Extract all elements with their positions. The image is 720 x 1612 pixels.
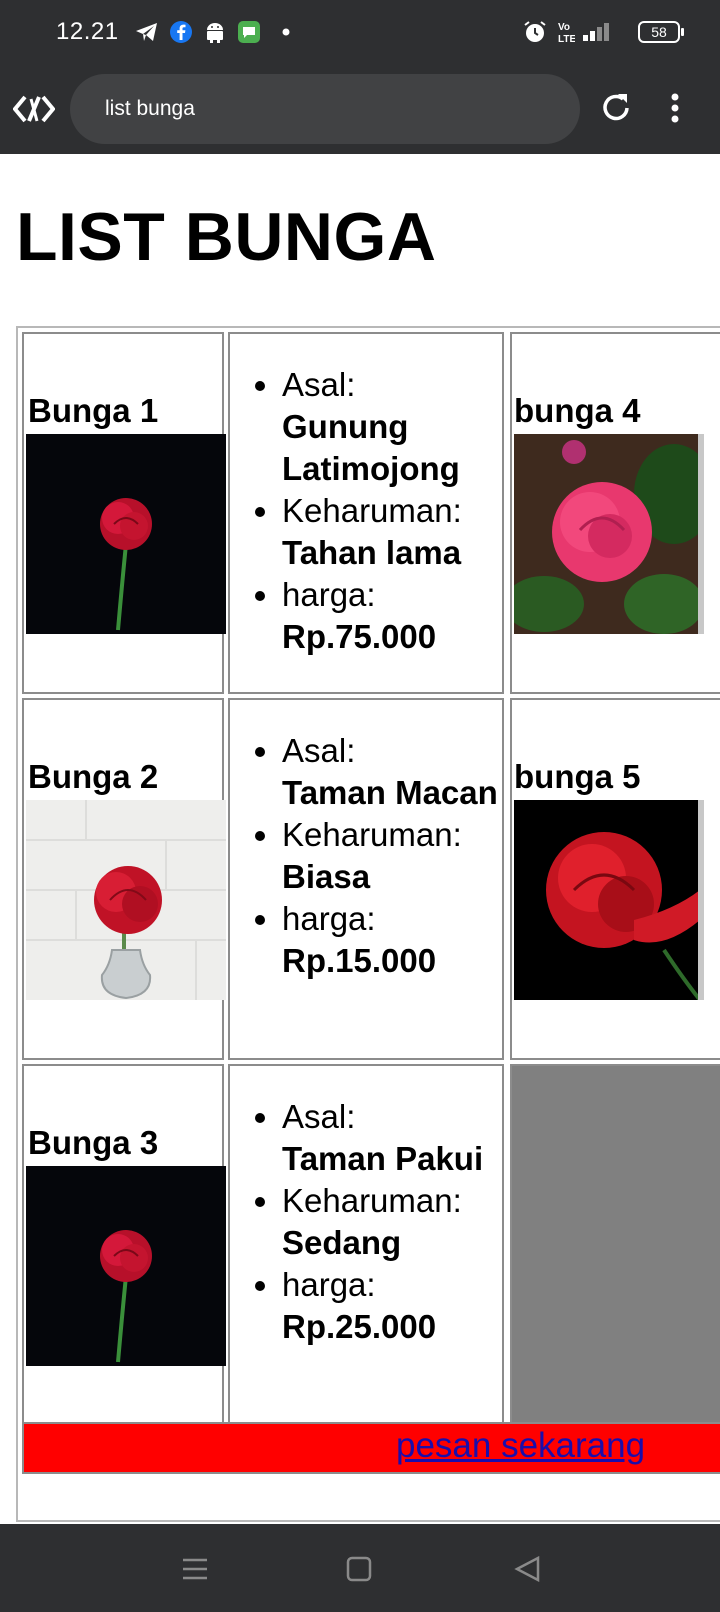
list-item: Asal:Taman Pakui xyxy=(282,1096,483,1180)
list-item: harga:Rp.75.000 xyxy=(282,574,502,658)
list-item: Keharuman:Tahan lama xyxy=(282,490,502,574)
back-icon[interactable] xyxy=(512,1554,542,1584)
order-row: pesan sekarang xyxy=(22,1422,720,1474)
list-item: Asal:Gunung Latimojong xyxy=(282,364,502,490)
dot-icon xyxy=(280,19,292,45)
battery-icon: 58 xyxy=(638,21,684,43)
url-text[interactable]: list bunga xyxy=(105,97,195,121)
list-item: Keharuman:Sedang xyxy=(282,1180,483,1264)
menu-icon[interactable] xyxy=(180,1554,210,1584)
flower-title: bunga 5 xyxy=(514,758,641,795)
home-icon[interactable] xyxy=(344,1554,374,1584)
table-cell: Bunga 3 xyxy=(22,1064,226,1426)
flower-photo xyxy=(26,800,226,1000)
system-nav-bar xyxy=(0,1524,720,1612)
volte-icon: Vo LTE xyxy=(556,19,576,45)
web-page: LIST BUNGA Bunga 1 Asal:Gunung Latimojon… xyxy=(0,154,720,1524)
facebook-icon xyxy=(168,19,194,45)
flower-title: Bunga 1 xyxy=(28,392,159,429)
table-cell: bunga 4 xyxy=(510,332,720,694)
more-icon[interactable] xyxy=(660,88,690,128)
list-item: harga:Rp.15.000 xyxy=(282,898,498,982)
flower-photo xyxy=(26,434,226,634)
reload-icon[interactable] xyxy=(596,88,636,128)
android-icon xyxy=(202,19,228,45)
flower-photo xyxy=(514,434,704,634)
flower-title: Bunga 3 xyxy=(28,1124,159,1161)
status-time: 12.21 xyxy=(56,18,119,45)
table-cell: bunga 5 xyxy=(510,698,720,1060)
alarm-icon xyxy=(522,19,548,45)
svg-text:LTE: LTE xyxy=(558,34,575,44)
flower-photo xyxy=(514,800,704,1000)
flower-title: bunga 4 xyxy=(514,392,641,429)
table-cell: Bunga 2 xyxy=(22,698,226,1060)
empty-cell xyxy=(510,1064,720,1426)
messages-icon xyxy=(236,19,262,45)
list-item: Asal:Taman Macan xyxy=(282,730,498,814)
table-cell: Bunga 1 xyxy=(22,332,226,694)
list-item: Keharuman:Biasa xyxy=(282,814,498,898)
flower-table: Bunga 1 Asal:Gunung Latimojong Keharuman… xyxy=(16,326,720,1522)
list-item: harga:Rp.25.000 xyxy=(282,1264,483,1348)
svg-text:Vo: Vo xyxy=(558,22,570,33)
signal-icon xyxy=(580,19,612,45)
order-now-link[interactable]: pesan sekarang xyxy=(396,1426,645,1466)
page-title: LIST BUNGA xyxy=(16,199,437,275)
table-cell: Asal:Taman Macan Keharuman:Biasa harga:R… xyxy=(228,698,504,1060)
status-bar: 12.21 Vo LTE 58 xyxy=(0,0,720,64)
flower-photo xyxy=(26,1166,226,1366)
table-cell: Asal:Gunung Latimojong Keharuman:Tahan l… xyxy=(228,332,504,694)
site-icon[interactable] xyxy=(12,88,56,130)
flower-info-list: Asal:Taman Macan Keharuman:Biasa harga:R… xyxy=(252,730,498,982)
flower-title: Bunga 2 xyxy=(28,758,159,795)
flower-info-list: Asal:Taman Pakui Keharuman:Sedang harga:… xyxy=(252,1096,483,1348)
telegram-icon xyxy=(134,19,160,45)
flower-info-list: Asal:Gunung Latimojong Keharuman:Tahan l… xyxy=(252,364,502,658)
url-bar[interactable]: list bunga xyxy=(70,74,580,144)
browser-toolbar: list bunga xyxy=(0,64,720,154)
table-cell: Asal:Taman Pakui Keharuman:Sedang harga:… xyxy=(228,1064,504,1426)
